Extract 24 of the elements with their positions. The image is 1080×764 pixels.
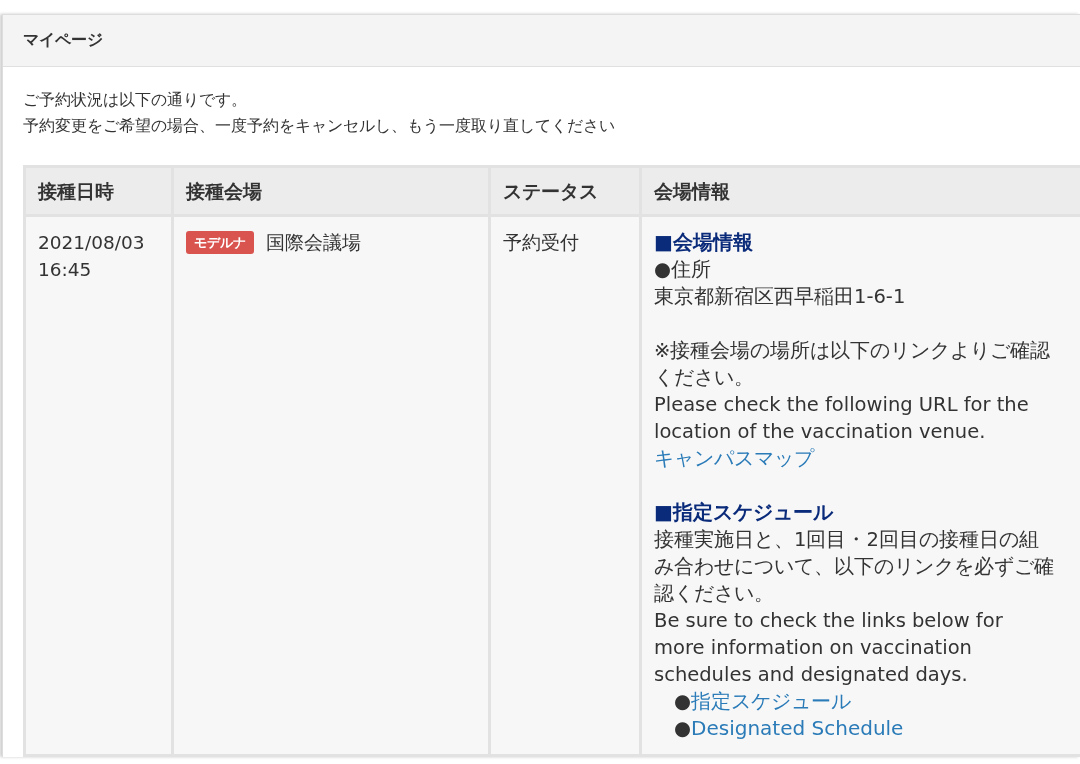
map-link[interactable]: キャンパスマップ	[654, 446, 814, 470]
bullet-mark: ●	[674, 689, 691, 715]
info-text: 接種実施日と、1回目・2回目の接種日の組み合わせについて、以下のリンクを必ずご確認ください。	[654, 527, 1055, 607]
schedule-link[interactable]: 指定スケジュール	[691, 688, 851, 715]
table-cell: 予約受付	[489, 215, 641, 756]
info-text: Please check the following URL for the location of the vaccination venue.	[654, 392, 1030, 445]
info-text: 東京都新宿区西早稲田1-6-1	[654, 284, 907, 310]
column-header: ステータス	[489, 166, 641, 216]
page-title: マイページ	[23, 30, 103, 51]
column-header: 会場情報	[640, 166, 1080, 216]
venue-name: 国際会議場	[266, 232, 361, 253]
column-header: 接種日時	[24, 166, 173, 216]
section-heading: ■指定スケジュール	[654, 499, 835, 526]
intro-text: 予約変更をご希望の場合、一度予約をキャンセルし、もう一度取り直してください	[23, 115, 616, 137]
intro-text: ご予約状況は以下の通りです。	[23, 89, 248, 111]
info-text: ●住所	[654, 257, 712, 283]
section-heading: ■会場情報	[654, 229, 754, 256]
vaccine-badge: モデルナ	[186, 231, 254, 254]
schedule-link[interactable]: Designated Schedule	[691, 715, 904, 742]
info-text: Be sure to check the links below for more information on vaccination schedules and designated days.	[654, 608, 1004, 688]
column-header: 接種会場	[172, 166, 490, 216]
table-cell: 2021/08/03 16:45	[24, 215, 173, 756]
bullet-mark: ●	[674, 716, 691, 742]
info-text: ※接種会場の場所は以下のリンクよりご確認ください。	[654, 338, 1052, 391]
